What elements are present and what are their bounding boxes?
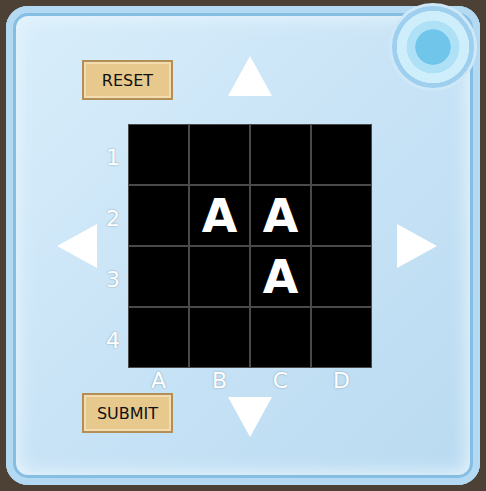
left-arrow-icon[interactable] [55, 222, 99, 270]
grid-cell[interactable] [128, 307, 189, 368]
grid-cell[interactable] [311, 307, 372, 368]
grid-cell[interactable] [128, 185, 189, 246]
column-label: D [311, 368, 372, 393]
right-arrow-icon[interactable] [395, 222, 439, 270]
up-arrow-icon[interactable] [226, 54, 274, 98]
grid-cell[interactable] [128, 124, 189, 185]
submit-button[interactable]: SUBMIT [82, 393, 173, 433]
grid-cell[interactable] [250, 124, 311, 185]
row-label: 3 [106, 246, 128, 307]
column-label: B [189, 368, 250, 393]
column-label: A [128, 368, 189, 393]
row-labels: 1234 [106, 124, 128, 368]
row-label: 2 [106, 185, 128, 246]
column-labels: ABCD [128, 368, 372, 393]
column-label: C [250, 368, 311, 393]
grid-cell[interactable] [250, 307, 311, 368]
grid-cell[interactable] [189, 307, 250, 368]
corner-gem-icon [392, 6, 474, 88]
grid-cell[interactable] [189, 246, 250, 307]
grid-cell[interactable]: A [250, 246, 311, 307]
grid-cell[interactable]: A [250, 185, 311, 246]
grid-cell[interactable]: A [189, 185, 250, 246]
grid-cell[interactable] [311, 246, 372, 307]
puzzle-panel: RESET 1234 AAA SUBMIT ABCD [6, 6, 480, 485]
grid-cell[interactable] [189, 124, 250, 185]
grid-cell[interactable] [311, 185, 372, 246]
letter-grid: AAA [128, 124, 372, 368]
down-arrow-icon[interactable] [226, 395, 274, 439]
reset-button[interactable]: RESET [82, 60, 173, 100]
grid-cell[interactable] [311, 124, 372, 185]
grid-cell[interactable] [128, 246, 189, 307]
row-label: 1 [106, 124, 128, 185]
row-label: 4 [106, 307, 128, 368]
